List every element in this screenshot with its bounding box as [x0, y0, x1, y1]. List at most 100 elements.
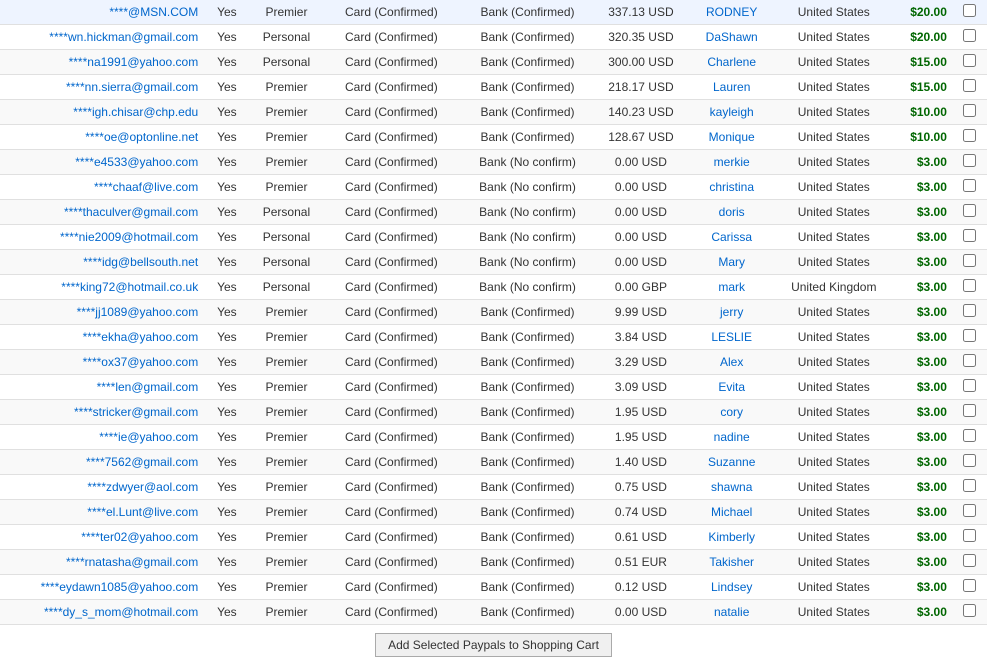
email-cell[interactable]: ****7562@gmail.com	[0, 450, 204, 475]
email-cell[interactable]: ****el.Lunt@live.com	[0, 500, 204, 525]
name-cell[interactable]: LESLIE	[686, 325, 777, 350]
row-checkbox[interactable]	[963, 479, 976, 492]
amount-cell: 0.51 EUR	[596, 550, 687, 575]
amount-cell: 0.75 USD	[596, 475, 687, 500]
name-cell[interactable]: cory	[686, 400, 777, 425]
name-cell[interactable]: Evita	[686, 375, 777, 400]
email-cell[interactable]: ****e4533@yahoo.com	[0, 150, 204, 175]
card-cell: Card (Confirmed)	[323, 175, 459, 200]
name-cell[interactable]: RODNEY	[686, 0, 777, 25]
table-row: ****na1991@yahoo.comYesPersonalCard (Con…	[0, 50, 987, 75]
type-cell: Premier	[250, 525, 324, 550]
name-cell[interactable]: nadine	[686, 425, 777, 450]
row-checkbox[interactable]	[963, 304, 976, 317]
name-cell[interactable]: doris	[686, 200, 777, 225]
select-checkbox-cell	[953, 150, 987, 175]
name-cell[interactable]: Mary	[686, 250, 777, 275]
amount-cell: 300.00 USD	[596, 50, 687, 75]
email-cell[interactable]: ****@MSN.COM	[0, 0, 204, 25]
row-checkbox[interactable]	[963, 379, 976, 392]
price-cell: $20.00	[891, 0, 953, 25]
row-checkbox[interactable]	[963, 154, 976, 167]
row-checkbox[interactable]	[963, 579, 976, 592]
main-table-container: ****@MSN.COM Yes Premier Card (Confirmed) Ba…	[0, 0, 987, 665]
email-cell[interactable]: ****eydawn1085@yahoo.com	[0, 575, 204, 600]
name-cell[interactable]: shawna	[686, 475, 777, 500]
row-checkbox[interactable]	[963, 504, 976, 517]
email-cell[interactable]: ****dy_s_mom@hotmail.com	[0, 600, 204, 625]
bank-cell: Bank (Confirmed)	[459, 450, 595, 475]
select-checkbox-cell	[953, 25, 987, 50]
table-row: ****chaaf@live.comYesPremierCard (Confir…	[0, 175, 987, 200]
name-cell[interactable]: Lindsey	[686, 575, 777, 600]
email-cell[interactable]: ****jj1089@yahoo.com	[0, 300, 204, 325]
email-cell[interactable]: ****ter02@yahoo.com	[0, 525, 204, 550]
bank-cell: Bank (Confirmed)	[459, 325, 595, 350]
bank-cell: Bank (Confirmed)	[459, 375, 595, 400]
email-cell[interactable]: ****ie@yahoo.com	[0, 425, 204, 450]
row-checkbox[interactable]	[963, 129, 976, 142]
name-cell[interactable]: Charlene	[686, 50, 777, 75]
name-cell[interactable]: Monique	[686, 125, 777, 150]
email-cell[interactable]: ****chaaf@live.com	[0, 175, 204, 200]
country-cell: United States	[777, 425, 890, 450]
email-cell[interactable]: ****nie2009@hotmail.com	[0, 225, 204, 250]
name-cell[interactable]: DaShawn	[686, 25, 777, 50]
name-cell[interactable]: merkie	[686, 150, 777, 175]
row-checkbox[interactable]	[963, 79, 976, 92]
email-cell[interactable]: ****na1991@yahoo.com	[0, 50, 204, 75]
email-cell[interactable]: ****ekha@yahoo.com	[0, 325, 204, 350]
add-to-cart-button[interactable]: Add Selected Paypals to Shopping Cart	[375, 633, 612, 657]
row-checkbox[interactable]	[963, 529, 976, 542]
email-cell[interactable]: ****len@gmail.com	[0, 375, 204, 400]
email-cell[interactable]: ****stricker@gmail.com	[0, 400, 204, 425]
country-cell: United States	[777, 575, 890, 600]
email-cell[interactable]: ****igh.chisar@chp.edu	[0, 100, 204, 125]
card-cell: Card (Confirmed)	[323, 250, 459, 275]
name-cell[interactable]: kayleigh	[686, 100, 777, 125]
email-cell[interactable]: ****zdwyer@aol.com	[0, 475, 204, 500]
name-cell[interactable]: jerry	[686, 300, 777, 325]
row-checkbox[interactable]	[963, 329, 976, 342]
name-cell[interactable]: christina	[686, 175, 777, 200]
name-cell[interactable]: natalie	[686, 600, 777, 625]
row-checkbox[interactable]	[963, 354, 976, 367]
select-checkbox-cell	[953, 75, 987, 100]
row-checkbox[interactable]	[963, 554, 976, 567]
name-cell[interactable]: Kimberly	[686, 525, 777, 550]
email-cell[interactable]: ****oe@optonline.net	[0, 125, 204, 150]
row-checkbox[interactable]	[963, 204, 976, 217]
email-cell[interactable]: ****thaculver@gmail.com	[0, 200, 204, 225]
row-checkbox[interactable]	[963, 54, 976, 67]
name-cell[interactable]: Suzanne	[686, 450, 777, 475]
row-checkbox[interactable]	[963, 254, 976, 267]
name-cell[interactable]: Takisher	[686, 550, 777, 575]
row-checkbox[interactable]	[963, 104, 976, 117]
name-cell[interactable]: Michael	[686, 500, 777, 525]
name-cell[interactable]: Lauren	[686, 75, 777, 100]
row-checkbox[interactable]	[963, 429, 976, 442]
row-checkbox[interactable]	[963, 229, 976, 242]
name-cell[interactable]: mark	[686, 275, 777, 300]
row-checkbox[interactable]	[963, 279, 976, 292]
name-cell[interactable]: Carissa	[686, 225, 777, 250]
email-cell[interactable]: ****idg@bellsouth.net	[0, 250, 204, 275]
email-cell[interactable]: ****nn.sierra@gmail.com	[0, 75, 204, 100]
row-checkbox[interactable]	[963, 454, 976, 467]
email-cell[interactable]: ****ox37@yahoo.com	[0, 350, 204, 375]
select-checkbox-cell	[953, 300, 987, 325]
select-checkbox-cell	[953, 375, 987, 400]
row-checkbox[interactable]	[963, 179, 976, 192]
row-checkbox[interactable]	[963, 29, 976, 42]
verified-cell: Yes	[204, 200, 249, 225]
bank-cell: Bank (Confirmed)	[459, 550, 595, 575]
verified-cell: Yes	[204, 275, 249, 300]
email-cell[interactable]: ****wn.hickman@gmail.com	[0, 25, 204, 50]
email-cell[interactable]: ****king72@hotmail.co.uk	[0, 275, 204, 300]
row-checkbox[interactable]	[963, 404, 976, 417]
row-checkbox[interactable]	[963, 604, 976, 617]
email-cell[interactable]: ****rnatasha@gmail.com	[0, 550, 204, 575]
amount-cell: 3.84 USD	[596, 325, 687, 350]
name-cell[interactable]: Alex	[686, 350, 777, 375]
row-checkbox[interactable]	[963, 4, 976, 17]
